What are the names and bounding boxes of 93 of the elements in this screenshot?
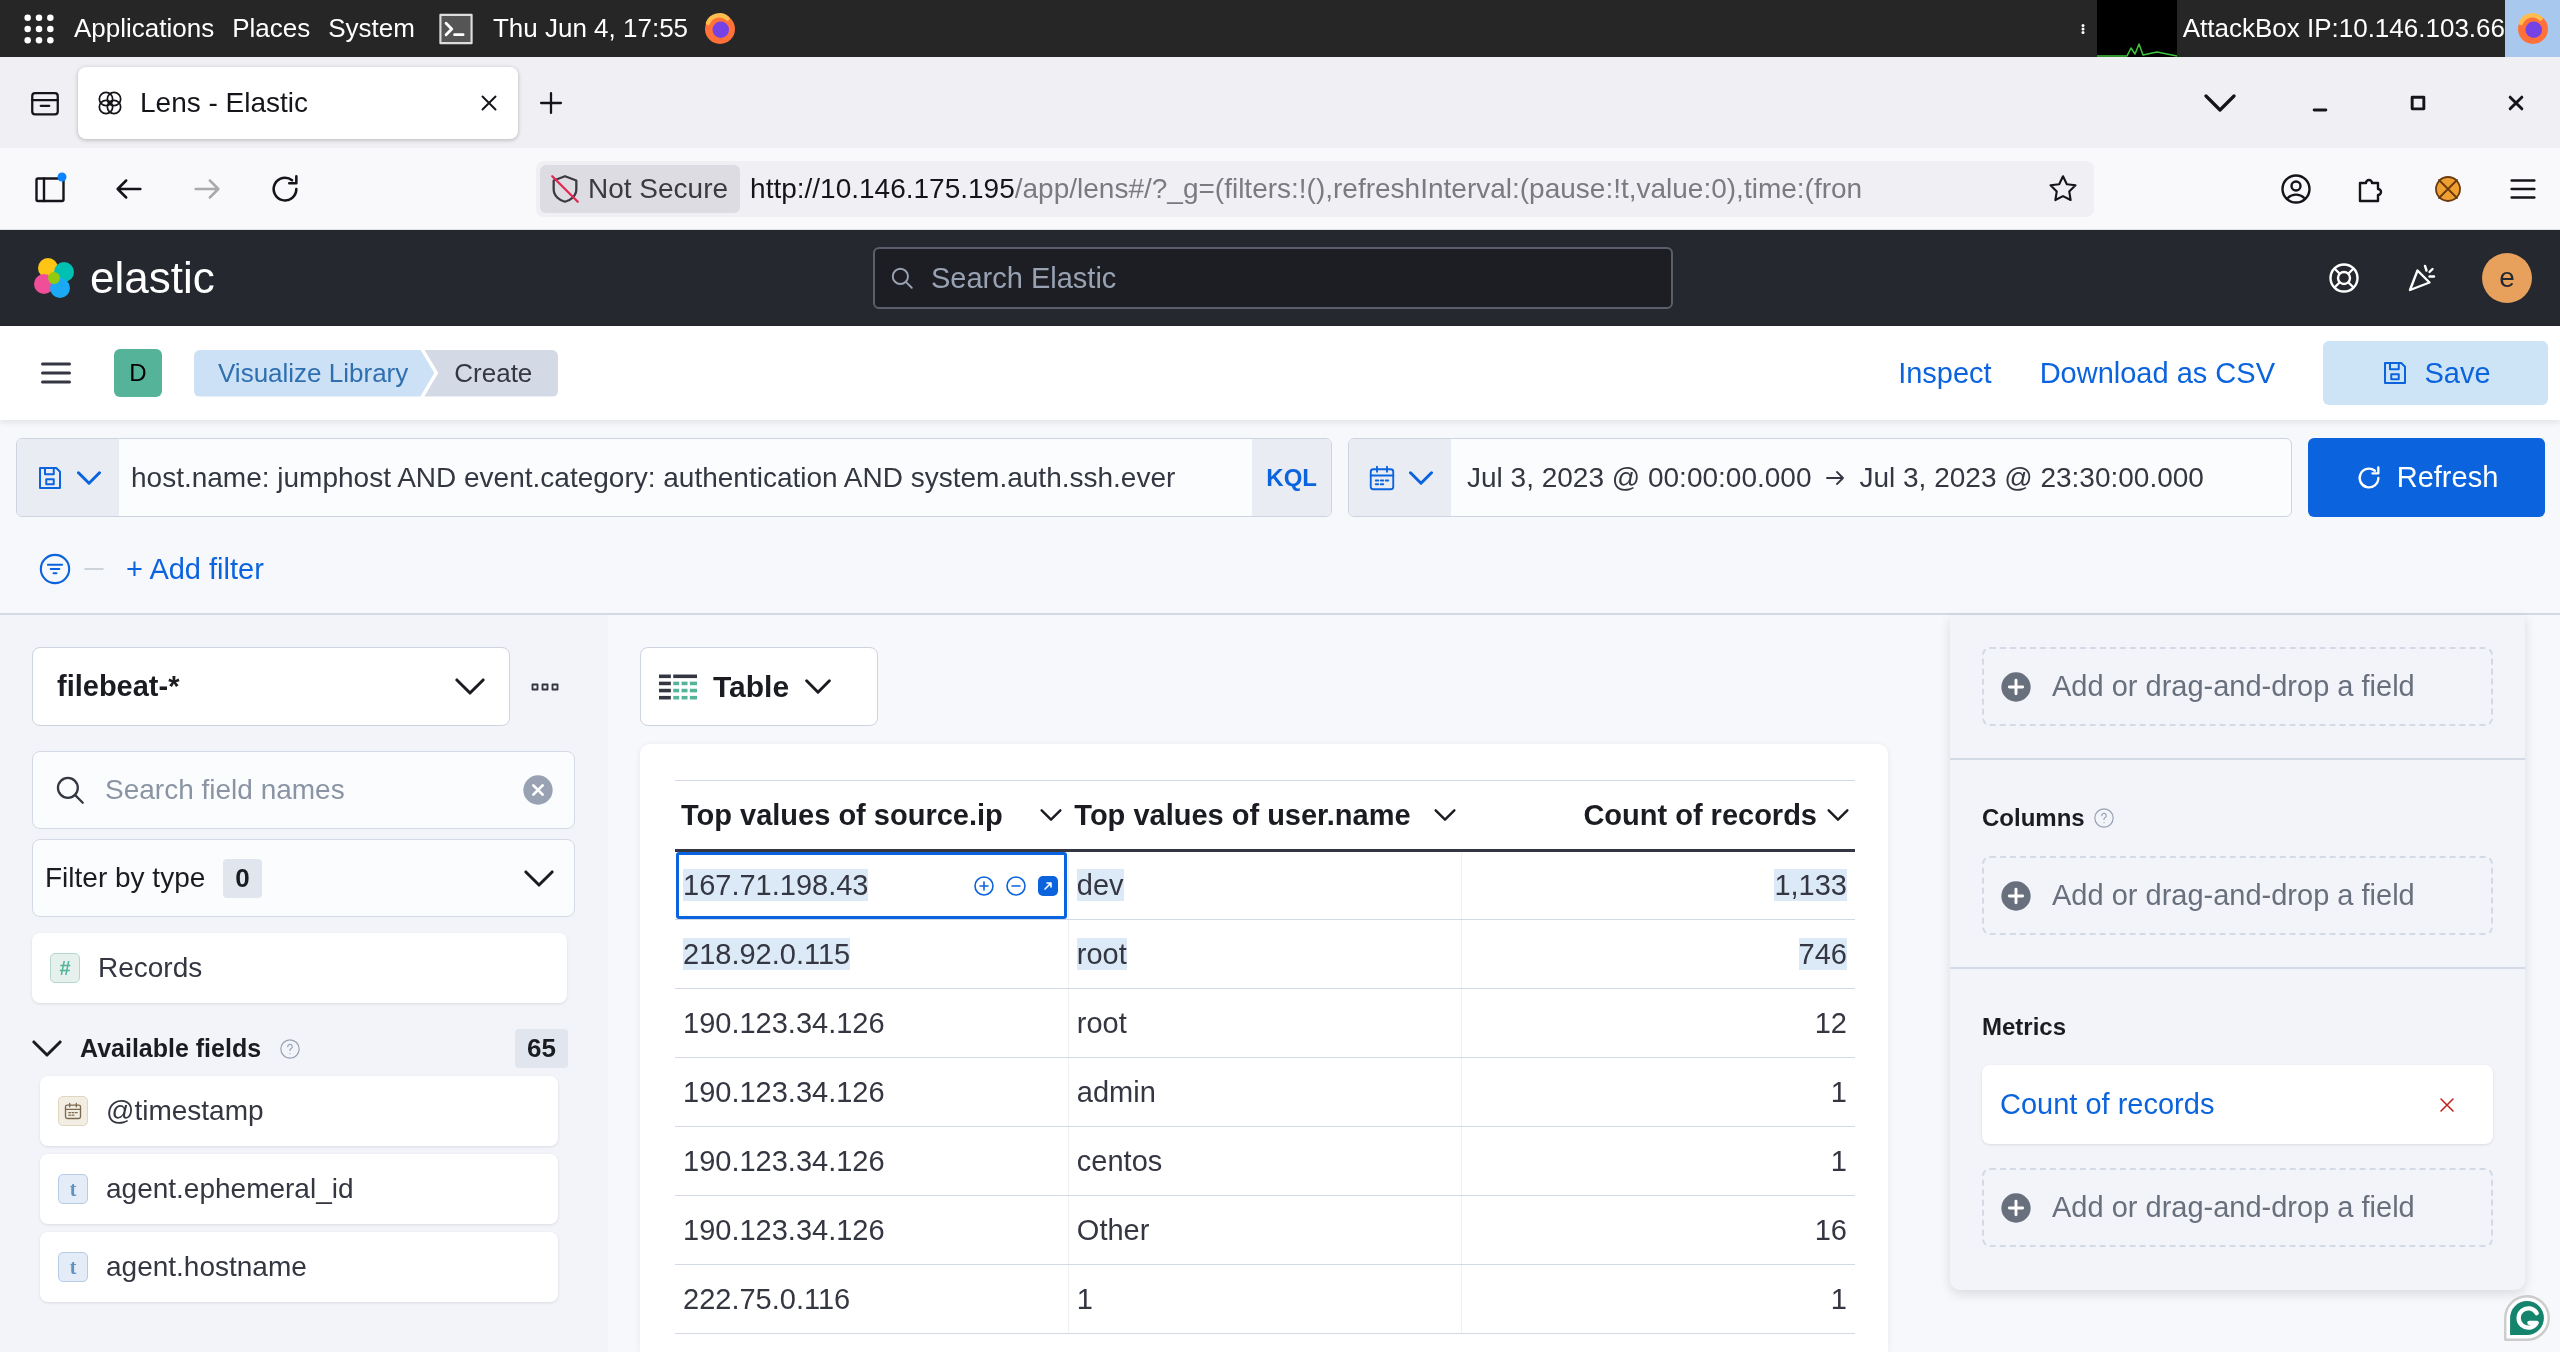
section-title: Metrics — [1982, 1013, 2067, 1041]
chevron-down-icon — [805, 679, 832, 694]
table-cell: 167.71.198.43 — [675, 850, 1069, 920]
table-cell: 12 — [1461, 988, 1855, 1058]
table-cell: root — [1068, 919, 1462, 989]
chevron-down-icon[interactable] — [2204, 93, 2236, 112]
saved-query-button[interactable] — [17, 439, 119, 516]
section-title: Available fields — [80, 1034, 262, 1063]
table-cell: 1,133 — [1461, 850, 1855, 920]
header-link[interactable]: Inspect — [1898, 356, 1992, 390]
chevron-down-icon — [77, 470, 101, 485]
field-item[interactable]: @timestamp — [40, 1076, 558, 1146]
chevron-down-icon — [1433, 809, 1456, 821]
column-header[interactable]: Top values of source.ip — [675, 780, 1069, 851]
table-cell: dev — [1068, 850, 1462, 920]
chevron-down-icon — [455, 678, 485, 695]
dash-icon — [84, 567, 104, 571]
section-title: Columns — [1982, 804, 2085, 832]
browser-tab[interactable]: Lens - Elastic — [78, 66, 518, 139]
table-cell: 190.123.34.126 — [675, 1195, 1069, 1265]
table-cell: root — [1068, 988, 1462, 1058]
chart-type-picker[interactable]: Table — [640, 647, 878, 726]
table-cell: 222.75.0.116 — [675, 1264, 1069, 1334]
table-cell: 190.123.34.126 — [675, 1126, 1069, 1196]
type-token: t — [58, 1252, 88, 1282]
app-grid-icon[interactable] — [22, 11, 56, 46]
terminal-icon[interactable] — [436, 11, 475, 46]
count-badge: 65 — [515, 1029, 568, 1068]
table-cell: 1 — [1461, 1264, 1855, 1334]
field-item[interactable]: t agent.hostname — [40, 1232, 558, 1302]
search-icon — [889, 265, 915, 291]
header-link[interactable]: Download as CSV — [2039, 356, 2275, 390]
type-token: t — [58, 1174, 88, 1204]
table-cell: 746 — [1461, 919, 1855, 989]
table-cell: 190.123.34.126 — [675, 1057, 1069, 1127]
expand-icon[interactable] — [1035, 873, 1060, 898]
chevron-down-icon — [1040, 809, 1063, 821]
chevron-down-icon — [1409, 470, 1433, 485]
refresh-button[interactable]: Refresh — [2308, 438, 2545, 517]
plus-circle-icon — [2000, 879, 2032, 912]
table-cell: Other — [1068, 1195, 1462, 1265]
filter-by-type[interactable]: Filter by type 0 — [32, 839, 575, 917]
field-item[interactable]: t agent.ephemeral_id — [40, 1154, 558, 1224]
plus-circle-icon — [2000, 670, 2032, 703]
chevron-down-icon — [1827, 809, 1849, 821]
save-button[interactable]: Save — [2323, 341, 2548, 405]
table-cell: centos — [1068, 1126, 1462, 1196]
attackbox-ip: AttackBox IP:10.146.103.66 — [2182, 13, 2505, 44]
filter-for-icon[interactable] — [971, 873, 996, 898]
menu-item[interactable]: Applications — [74, 13, 215, 44]
plus-circle-icon — [2000, 1191, 2032, 1224]
start-date[interactable]: Jul 3, 2023 @ 00:00:00.000 — [1455, 461, 1824, 494]
brand-name: elastic — [90, 253, 215, 303]
table-cell: admin — [1068, 1057, 1462, 1127]
user-avatar[interactable]: e — [2482, 253, 2532, 303]
url-text: http://10.146.175.195/app/lens#/?_g=(filters:!(),refreshInterval:(pause:!t,value:0),time:(fron — [750, 172, 1864, 205]
table-cell: 218.92.0.115 — [675, 919, 1069, 989]
breadcrumb[interactable]: Create — [424, 349, 559, 397]
table-cell: 1 — [1461, 1057, 1855, 1127]
clear-icon[interactable] — [522, 774, 554, 806]
table-cell: 1 — [1068, 1264, 1462, 1334]
quick-menu-button[interactable] — [1349, 439, 1451, 516]
security-badge[interactable]: Not Secure — [540, 164, 741, 213]
filter-icon[interactable] — [38, 552, 72, 586]
table-cell: 1 — [1461, 1126, 1855, 1196]
end-date[interactable]: Jul 3, 2023 @ 23:30:00.000 — [1847, 461, 2216, 494]
help-icon[interactable] — [2326, 260, 2362, 296]
clock: Thu Jun 4, 17:55 — [492, 13, 689, 44]
column-header[interactable]: Count of records — [1461, 780, 1855, 851]
search-field[interactable]: Search Elastic — [873, 247, 1673, 309]
filter-out-icon[interactable] — [1003, 873, 1028, 898]
drop-zone[interactable]: Add or drag-and-drop a field — [1982, 856, 2493, 935]
address-bar[interactable]: Not Secure http://10.146.175.195/app/lens#/?_g=(filters:!(),refreshInterval:(pause:!t,value:0),time:(fron — [536, 160, 2094, 217]
chevron-icon[interactable] — [32, 1040, 62, 1057]
drop-zone[interactable]: Add or drag-and-drop a field — [1982, 647, 2493, 726]
tab-title: Lens - Elastic — [140, 86, 310, 119]
table-cell: 190.123.34.126 — [675, 988, 1069, 1058]
column-header[interactable]: Top values of user.name — [1068, 780, 1462, 851]
dimension-item[interactable]: Count of records — [1982, 1065, 2493, 1144]
index-pattern-picker[interactable]: filebeat-* — [32, 647, 510, 726]
drop-zone[interactable]: Add or drag-and-drop a field — [1982, 1168, 2493, 1247]
chevron-down-icon — [524, 869, 554, 887]
language-toggle[interactable]: KQL — [1252, 439, 1331, 516]
field-item[interactable]: # Records — [32, 933, 567, 1003]
menu-item[interactable]: System — [328, 13, 415, 44]
type-token: # — [50, 953, 80, 983]
space-avatar[interactable]: D — [114, 349, 162, 397]
table-cell: 16 — [1461, 1195, 1855, 1265]
menu-item[interactable]: Places — [232, 13, 311, 44]
query-input[interactable]: host.name: jumphost AND event.category: authentication AND system.auth.ssh.ever — [119, 461, 1253, 494]
count-badge: 0 — [223, 858, 262, 898]
add-filter-link[interactable]: + Add filter — [126, 552, 264, 586]
breadcrumb[interactable]: Visualize Library — [194, 349, 435, 397]
